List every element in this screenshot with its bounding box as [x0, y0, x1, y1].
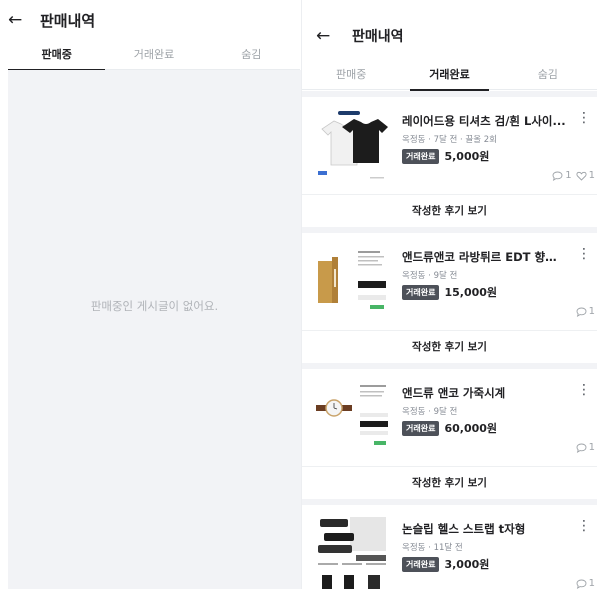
more-vertical-icon[interactable]: ⋮	[577, 519, 591, 533]
left-header: ← 판매내역	[0, 0, 301, 40]
left-content-area: 판매중인 게시글이 없어요.	[8, 70, 301, 589]
item-title: 앤드류앤코 라방튀르 EDT 향수 ...	[402, 250, 567, 264]
more-vertical-icon[interactable]: ⋮	[577, 247, 591, 261]
item-title: 앤드류 앤코 가죽시계	[402, 386, 506, 400]
item-meta: 옥정동 · 7달 전 · 끌올 2회	[402, 135, 497, 145]
item-info: 앤드류 앤코 가죽시계 옥정동 · 9달 전 거래완료 60,000원	[402, 385, 567, 436]
item-meta: 옥정동 · 9달 전	[402, 271, 458, 281]
item-price-row: 거래완료 60,000원	[402, 420, 567, 436]
item-price: 15,000원	[444, 286, 498, 299]
item-price-row: 거래완료 5,000원	[402, 148, 567, 164]
item-info: 논슬립 헬스 스트랩 t자형 옥정동 · 11달 전 거래완료 3,000원	[402, 521, 567, 572]
left-panel: ← 판매내역 판매중 거래완료 숨김 판매중인 게시글이 없어요.	[0, 0, 301, 589]
item-body[interactable]: 앤드류앤코 라방튀르 EDT 향수 ... 옥정동 · 9달 전 거래완료 15…	[302, 233, 597, 330]
tab-completed[interactable]: 거래완료	[400, 62, 498, 91]
list-item: 앤드류앤코 라방튀르 EDT 향수 ... 옥정동 · 9달 전 거래완료 15…	[302, 233, 597, 363]
chat-count: 1	[588, 578, 595, 589]
heart-icon	[576, 171, 587, 181]
back-arrow-icon[interactable]: ←	[316, 27, 338, 45]
view-review-button[interactable]: 작성한 후기 보기	[302, 466, 597, 499]
status-badge: 거래완료	[402, 556, 440, 572]
item-body[interactable]: 논슬립 헬스 스트랩 t자형 옥정동 · 11달 전 거래완료 3,000원 ⋮…	[302, 505, 597, 589]
item-price: 5,000원	[444, 150, 490, 163]
chat-bubble-icon	[576, 307, 587, 317]
item-thumbnail-tshirts	[314, 107, 392, 185]
chat-count: 1	[565, 170, 572, 181]
status-badge: 거래완료	[402, 284, 440, 300]
page-title: 판매내역	[40, 11, 96, 30]
item-counts: 1 1	[552, 170, 595, 181]
view-review-button[interactable]: 작성한 후기 보기	[302, 194, 597, 227]
right-panel: ← 판매내역 판매중 거래완료 숨김 레이어드용 티셔츠 검/흰 L사이... …	[302, 0, 597, 589]
item-price: 3,000원	[444, 558, 490, 571]
chat-bubble-icon	[576, 443, 587, 453]
list-item: 앤드류 앤코 가죽시계 옥정동 · 9달 전 거래완료 60,000원 ⋮ 1 …	[302, 369, 597, 499]
item-meta: 옥정동 · 11달 전	[402, 543, 463, 553]
status-badge: 거래완료	[402, 148, 440, 164]
item-thumbnail-perfume	[314, 243, 392, 321]
sold-items-list: 레이어드용 티셔츠 검/흰 L사이... 옥정동 · 7달 전 · 끌올 2회 …	[302, 91, 597, 589]
more-vertical-icon[interactable]: ⋮	[577, 383, 591, 397]
item-counts: 1	[576, 306, 595, 317]
tab-hidden[interactable]: 숨김	[203, 44, 300, 69]
item-price: 60,000원	[444, 422, 498, 435]
tab-selling[interactable]: 판매중	[302, 62, 400, 89]
tab-hidden[interactable]: 숨김	[499, 62, 597, 89]
view-review-button[interactable]: 작성한 후기 보기	[302, 330, 597, 363]
item-info: 앤드류앤코 라방튀르 EDT 향수 ... 옥정동 · 9달 전 거래완료 15…	[402, 249, 567, 300]
status-badge: 거래완료	[402, 420, 440, 436]
page-title: 판매내역	[352, 29, 404, 45]
left-tab-bar: 판매중 거래완료 숨김	[8, 44, 300, 71]
right-header: ← 판매내역	[316, 26, 404, 46]
item-price-row: 거래완료 3,000원	[402, 556, 567, 572]
tab-selling[interactable]: 판매중	[8, 44, 106, 71]
like-count: 1	[588, 170, 595, 181]
chat-count: 1	[588, 306, 595, 317]
list-item: 논슬립 헬스 스트랩 t자형 옥정동 · 11달 전 거래완료 3,000원 ⋮…	[302, 505, 597, 589]
back-arrow-icon[interactable]: ←	[8, 11, 30, 29]
empty-state-message: 판매중인 게시글이 없어요.	[90, 299, 219, 313]
item-counts: 1	[576, 442, 595, 453]
more-vertical-icon[interactable]: ⋮	[577, 111, 591, 125]
item-thumbnail-strap	[314, 515, 392, 589]
right-tab-bar: 판매중 거래완료 숨김	[302, 62, 597, 91]
item-price-row: 거래완료 15,000원	[402, 284, 567, 300]
item-title: 논슬립 헬스 스트랩 t자형	[402, 522, 526, 536]
item-thumbnail-watch	[314, 379, 392, 457]
chat-bubble-icon	[576, 579, 587, 589]
tab-completed[interactable]: 거래완료	[105, 44, 202, 69]
item-info: 레이어드용 티셔츠 검/흰 L사이... 옥정동 · 7달 전 · 끌올 2회 …	[402, 113, 567, 164]
item-body[interactable]: 레이어드용 티셔츠 검/흰 L사이... 옥정동 · 7달 전 · 끌올 2회 …	[302, 97, 597, 194]
item-body[interactable]: 앤드류 앤코 가죽시계 옥정동 · 9달 전 거래완료 60,000원 ⋮ 1	[302, 369, 597, 466]
item-meta: 옥정동 · 9달 전	[402, 407, 458, 417]
chat-count: 1	[588, 442, 595, 453]
item-title: 레이어드용 티셔츠 검/흰 L사이...	[402, 114, 566, 128]
chat-bubble-icon	[552, 171, 563, 181]
item-counts: 1	[576, 578, 595, 589]
list-item: 레이어드용 티셔츠 검/흰 L사이... 옥정동 · 7달 전 · 끌올 2회 …	[302, 97, 597, 227]
